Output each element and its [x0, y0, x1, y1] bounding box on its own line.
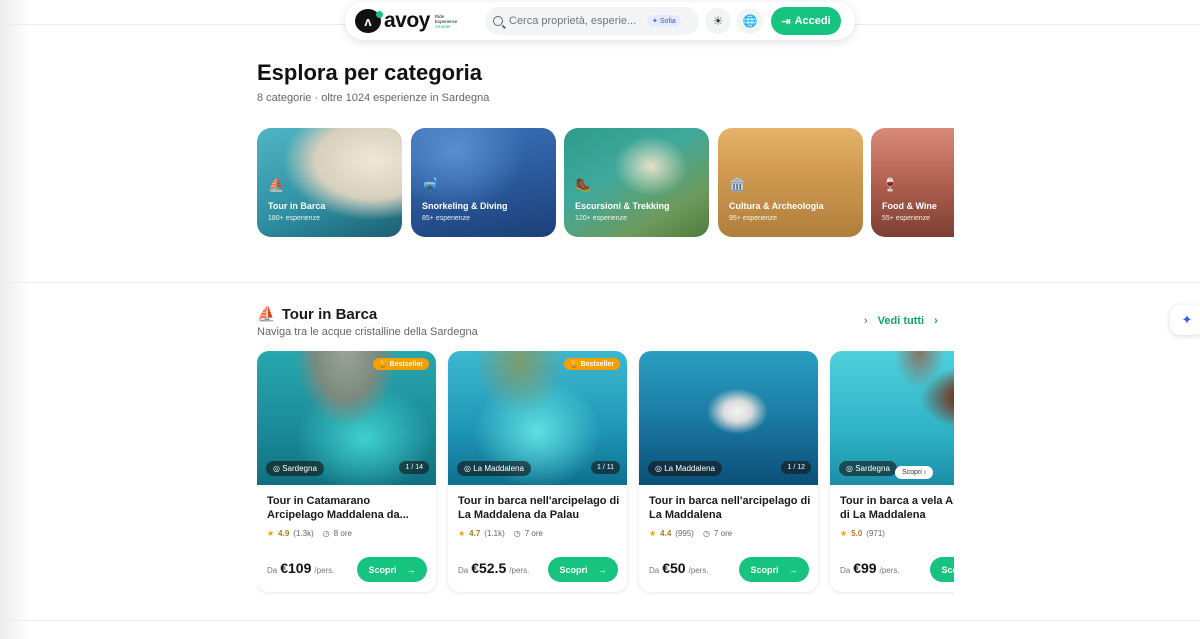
- category-count: 180+ esperienze: [268, 215, 320, 222]
- section-divider: [0, 620, 1200, 621]
- category-card-snorkeling[interactable]: 🤿 Snorkeling & Diving 85+ esperienze: [411, 128, 556, 237]
- category-name: Tour in Barca: [268, 201, 326, 211]
- tour-price: Da €52.5 /pers.: [458, 560, 530, 576]
- bestseller-badge: 🏆 Bestseller: [372, 358, 429, 370]
- arrow-right-icon: →: [597, 564, 607, 575]
- chevron-right-icon: ›: [934, 315, 938, 327]
- tour-price: Da €109 /pers.: [267, 560, 335, 576]
- image-pager: 1 / 14: [399, 461, 429, 474]
- login-button[interactable]: ⇥ Accedi: [771, 7, 841, 35]
- scopri-button[interactable]: Scopri→: [548, 557, 618, 582]
- tour-price: Da €50 /pers.: [649, 560, 709, 576]
- scopri-button[interactable]: Scopri→: [739, 557, 809, 582]
- tour-section-title: ⛵ Tour in Barca: [257, 305, 378, 324]
- star-icon: ★: [840, 529, 848, 538]
- logo-mark-icon: ʌ: [355, 9, 383, 33]
- categories-subtitle: 8 categorie · oltre 1024 esperienze in S…: [257, 92, 490, 104]
- section-divider: [0, 282, 1200, 283]
- brand-logo[interactable]: ʌ avoy Ride Experience Smarter: [355, 9, 485, 33]
- top-navbar: ʌ avoy Ride Experience Smarter ✦ Sofia ☀…: [345, 2, 855, 40]
- search-icon: [493, 16, 503, 26]
- image-pager: 1 / 11: [591, 461, 620, 474]
- language-button[interactable]: 🌐: [737, 8, 763, 34]
- tour-card[interactable]: 🏆 Bestseller ◎ Sardegna 1 / 14 Tour in C…: [257, 351, 436, 592]
- theme-toggle-button[interactable]: ☀: [705, 8, 731, 34]
- login-icon: ⇥: [781, 15, 791, 28]
- sparkle-icon: ✦: [1181, 312, 1193, 327]
- tour-card[interactable]: ◎ Sardegna Scopri › Tour in barca a vela…: [830, 351, 954, 592]
- arrow-right-icon: →: [406, 564, 416, 575]
- category-card-trekking[interactable]: 🥾 Escursioni & Trekking 120+ esperienze: [564, 128, 709, 237]
- categories-title: Esplora per categoria: [257, 60, 482, 85]
- star-icon: ★: [267, 529, 275, 538]
- category-name: Cultura & Archeologia: [729, 201, 824, 211]
- tour-meta: ★ 5.0 (971): [840, 529, 885, 538]
- see-all-link[interactable]: › Vedi tutti ›: [864, 315, 938, 327]
- scopri-chip[interactable]: Scopri ›: [895, 466, 934, 479]
- tour-meta: ★ 4.7 (1.1k) ◷ 7 ore: [458, 529, 543, 538]
- category-count: 95+ esperienze: [729, 215, 778, 222]
- scopri-button[interactable]: Scopri→: [930, 557, 954, 582]
- assistant-sparkle-button[interactable]: ✦: [1170, 305, 1200, 335]
- clock-icon: ◷: [702, 529, 710, 538]
- tour-title[interactable]: Tour in barca a vela Arcipelago di La Ma…: [840, 494, 954, 522]
- category-count: 55+ esperienze: [882, 215, 931, 222]
- tour-image[interactable]: ◎ Sardegna Scopri ›: [830, 351, 954, 485]
- tour-image[interactable]: ◎ La Maddalena 1 / 12: [639, 351, 818, 485]
- logo-tagline: Ride Experience Smarter: [434, 13, 458, 29]
- boat-icon: ⛵: [257, 306, 276, 323]
- tour-meta: ★ 4.9 (1.3k) ◷ 8 ore: [267, 529, 352, 538]
- arrow-right-icon: →: [788, 564, 798, 575]
- hiking-boot-icon: 🥾: [575, 177, 592, 192]
- chevron-right-icon: ›: [864, 315, 868, 327]
- left-edge-shade: [0, 0, 30, 639]
- sun-icon: ☀: [712, 14, 724, 28]
- diving-mask-icon: 🤿: [422, 177, 439, 192]
- image-pager: 1 / 12: [781, 461, 811, 474]
- clock-icon: ◷: [322, 529, 330, 538]
- tour-card[interactable]: 🏆 Bestseller ◎ La Maddalena 1 / 11 Tour …: [448, 351, 627, 592]
- tour-title[interactable]: Tour in Catamarano Arcipelago Maddalena …: [267, 494, 429, 522]
- bestseller-badge: 🏆 Bestseller: [563, 358, 620, 370]
- category-card-food-wine[interactable]: 🍷 Food & Wine 55+ esperienze: [871, 128, 954, 237]
- search-bar[interactable]: ✦ Sofia: [485, 7, 699, 35]
- tour-section-subtitle: Naviga tra le acque cristalline della Sa…: [257, 326, 478, 338]
- boat-icon: ⛵: [268, 177, 285, 192]
- museum-icon: 🏛️: [729, 177, 746, 192]
- location-tag: ◎ La Maddalena: [648, 461, 722, 476]
- search-input[interactable]: [509, 15, 641, 27]
- location-tag: ◎ La Maddalena: [457, 461, 531, 476]
- category-card-cultura[interactable]: 🏛️ Cultura & Archeologia 95+ esperienze: [718, 128, 863, 237]
- tour-carousel[interactable]: 🏆 Bestseller ◎ Sardegna 1 / 14 Tour in C…: [257, 351, 954, 595]
- tour-price: Da €99 /pers.: [840, 560, 900, 576]
- tour-meta: ★ 4.4 (995) ◷ 7 ore: [649, 529, 733, 538]
- category-name: Food & Wine: [882, 201, 937, 211]
- tour-title[interactable]: Tour in barca nell'arcipelago di La Madd…: [458, 494, 620, 522]
- tour-image[interactable]: 🏆 Bestseller ◎ Sardegna 1 / 14: [257, 351, 436, 485]
- tour-card[interactable]: ◎ La Maddalena 1 / 12 Tour in barca nell…: [639, 351, 818, 592]
- star-icon: ★: [649, 529, 657, 538]
- location-tag: ◎ Sardegna: [266, 461, 324, 476]
- category-name: Escursioni & Trekking: [575, 201, 670, 211]
- clock-icon: ◷: [513, 529, 521, 538]
- category-count: 85+ esperienze: [422, 215, 471, 222]
- category-count: 120+ esperienze: [575, 215, 627, 222]
- assistant-badge[interactable]: ✦ Sofia: [647, 15, 681, 27]
- globe-icon: 🌐: [742, 14, 758, 28]
- category-card-tour-barca[interactable]: ⛵ Tour in Barca 180+ esperienze: [257, 128, 402, 237]
- wine-glass-icon: 🍷: [882, 177, 899, 192]
- scopri-button[interactable]: Scopri→: [357, 557, 427, 582]
- tour-image[interactable]: 🏆 Bestseller ◎ La Maddalena 1 / 11: [448, 351, 627, 485]
- category-carousel[interactable]: ⛵ Tour in Barca 180+ esperienze 🤿 Snorke…: [257, 128, 954, 238]
- star-icon: ★: [458, 529, 466, 538]
- category-name: Snorkeling & Diving: [422, 201, 508, 211]
- location-tag: ◎ Sardegna: [839, 461, 897, 476]
- tour-title[interactable]: Tour in barca nell'arcipelago di La Madd…: [649, 494, 811, 522]
- logo-wordmark: avoy: [384, 9, 430, 32]
